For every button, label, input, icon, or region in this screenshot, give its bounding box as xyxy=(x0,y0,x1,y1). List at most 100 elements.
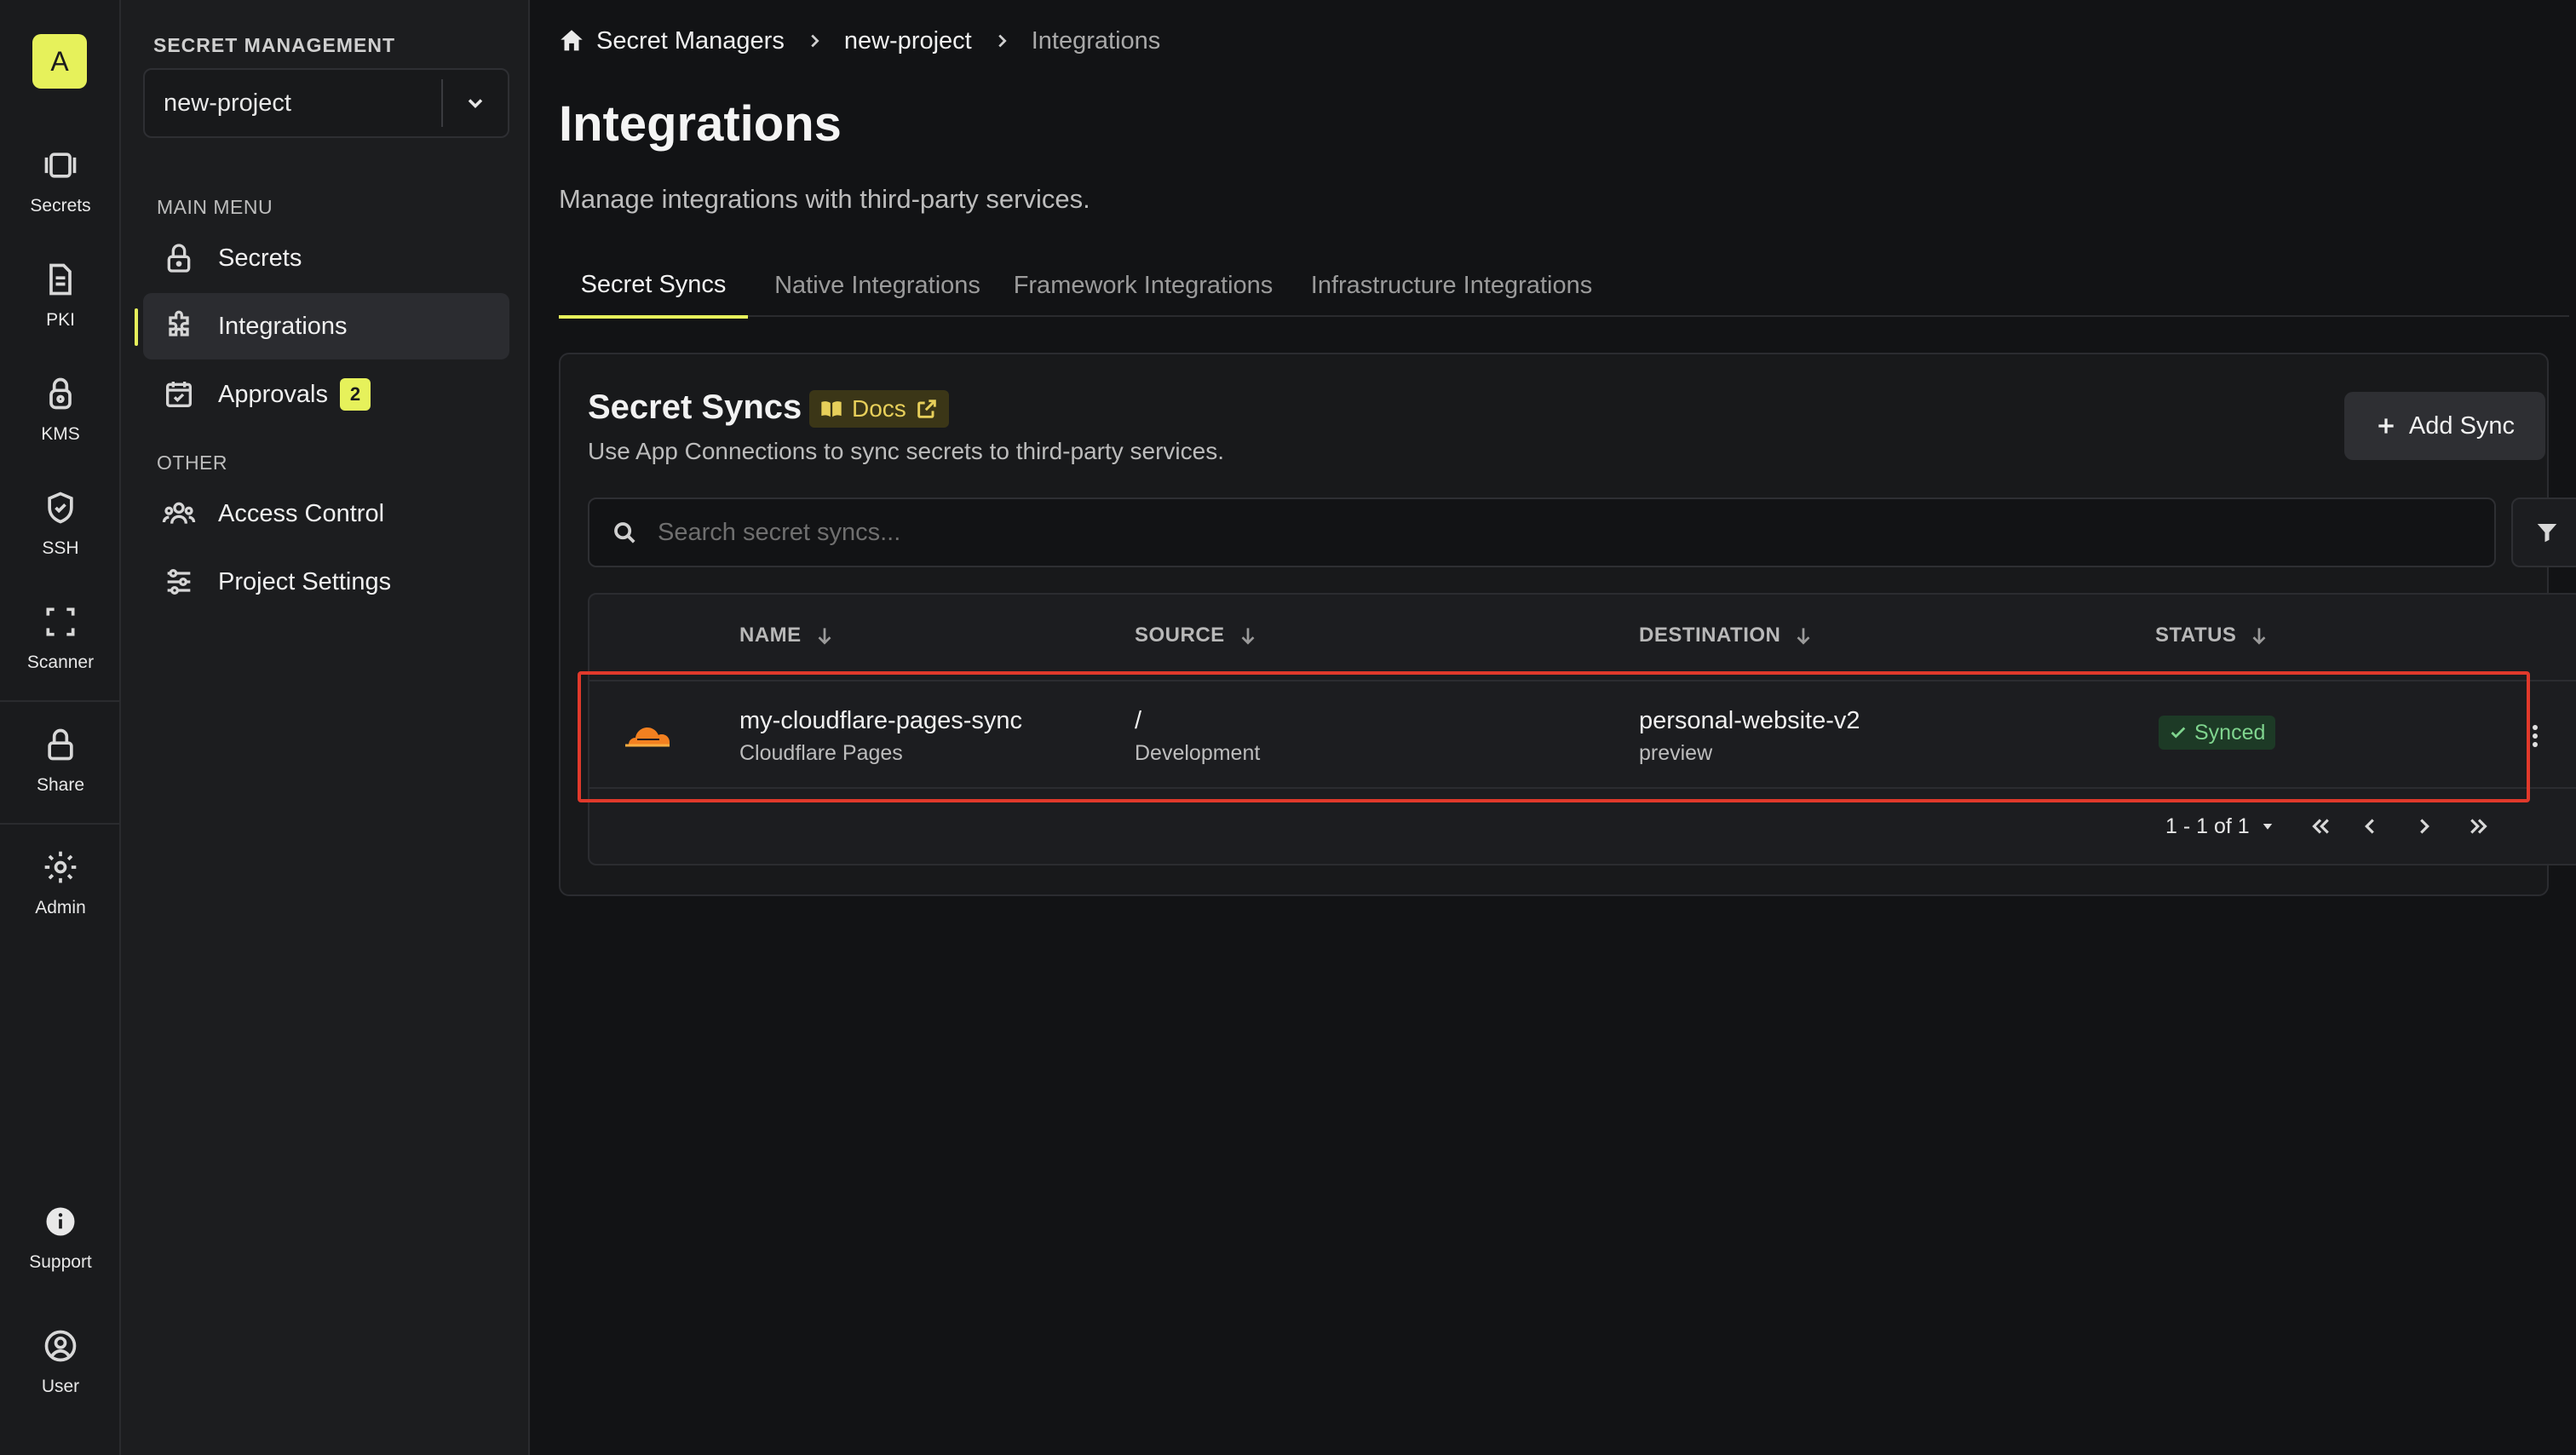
filter-icon xyxy=(2537,524,2557,543)
rail-item-secrets[interactable]: Secrets xyxy=(0,147,121,240)
rail-label: Scanner xyxy=(26,653,95,672)
icon-rail: A Secrets PKI KMS SSH Scanner Share Admi… xyxy=(0,0,121,1455)
tab-framework-integrations[interactable]: Framework Integrations xyxy=(1009,254,1278,317)
user-circle-icon xyxy=(44,1330,77,1362)
filter-button[interactable] xyxy=(2511,497,2576,567)
chevron-right-icon xyxy=(2419,819,2429,834)
sidebar-title: SECRET MANAGEMENT xyxy=(153,34,396,56)
sidebar-item-label: Approvals xyxy=(218,380,328,408)
sidebar-item-integrations[interactable]: Integrations xyxy=(143,293,509,359)
first-page-button[interactable] xyxy=(2308,814,2333,839)
rail-item-scanner[interactable]: Scanner xyxy=(0,603,121,697)
tab-infrastructure-integrations[interactable]: Infrastructure Integrations xyxy=(1288,254,1615,317)
syncs-table: NAME SOURCE DESTINATION STATUS my-cloudf… xyxy=(588,593,2576,866)
breadcrumb-secret-managers[interactable]: Secret Managers xyxy=(596,27,785,55)
search-box[interactable] xyxy=(588,497,2496,567)
arrow-down-icon xyxy=(818,628,831,645)
vault-icon xyxy=(44,152,77,178)
sidebar-item-label: Secrets xyxy=(218,244,302,272)
arrow-down-icon xyxy=(1241,628,1255,645)
column-header-destination[interactable]: DESTINATION xyxy=(1639,624,1814,647)
table-row[interactable]: my-cloudflare-pages-sync Cloudflare Page… xyxy=(589,680,2576,789)
sidebar-item-approvals[interactable]: Approvals 2 xyxy=(143,361,509,428)
chevrons-right-icon xyxy=(2470,819,2487,834)
destination-environment: preview xyxy=(1639,741,1713,765)
sync-service: Cloudflare Pages xyxy=(739,741,903,765)
search-icon xyxy=(614,522,635,543)
breadcrumb-project[interactable]: new-project xyxy=(844,27,972,55)
users-icon xyxy=(162,502,196,524)
project-name: new-project xyxy=(164,89,291,117)
key-lock-icon xyxy=(49,377,72,410)
tab-native-integrations[interactable]: Native Integrations xyxy=(760,254,995,317)
column-header-label: SOURCE xyxy=(1135,624,1225,647)
docs-label: Docs xyxy=(852,395,906,422)
add-sync-button[interactable]: Add Sync xyxy=(2344,392,2545,460)
sliders-icon xyxy=(167,569,191,595)
sidebar-item-label: Project Settings xyxy=(218,567,392,595)
active-item-indicator xyxy=(135,308,138,346)
cloudflare-icon xyxy=(625,728,670,747)
more-vertical-icon xyxy=(2533,725,2538,747)
external-link-icon xyxy=(917,400,936,418)
column-header-status[interactable]: STATUS xyxy=(2155,624,2270,647)
org-avatar[interactable]: A xyxy=(32,34,87,89)
rail-label: User xyxy=(41,1377,80,1396)
book-icon xyxy=(821,401,842,417)
row-options-button[interactable] xyxy=(2518,712,2552,760)
pagination-range: 1 - 1 of 1 xyxy=(2165,814,2250,838)
rail-item-admin[interactable]: Admin xyxy=(0,848,121,942)
main-content: Secret Managers new-project Integrations… xyxy=(532,0,2576,1455)
status-badge: Synced xyxy=(2159,716,2276,750)
breadcrumb-current: Integrations xyxy=(1031,26,1161,55)
rail-label: SSH xyxy=(42,538,79,558)
rail-item-pki[interactable]: PKI xyxy=(0,261,121,354)
tab-secret-syncs[interactable]: Secret Syncs xyxy=(559,254,748,319)
rail-item-kms[interactable]: KMS xyxy=(0,375,121,469)
rail-label: Share xyxy=(36,775,85,795)
shield-check-icon xyxy=(48,492,73,524)
rail-item-share[interactable]: Share xyxy=(0,726,121,820)
page-title: Integrations xyxy=(559,96,842,152)
docs-link[interactable]: Docs xyxy=(809,390,949,428)
sidebar-item-label: Integrations xyxy=(218,312,348,340)
column-header-label: STATUS xyxy=(2155,624,2237,647)
rail-item-support[interactable]: Support xyxy=(0,1203,121,1297)
plus-icon xyxy=(2378,418,2394,434)
chevron-left-icon xyxy=(2364,819,2374,834)
destination-name: personal-website-v2 xyxy=(1639,707,1860,734)
column-header-source[interactable]: SOURCE xyxy=(1135,624,1259,647)
chevron-down-icon[interactable] xyxy=(443,91,508,115)
column-header-label: DESTINATION xyxy=(1639,624,1781,647)
caret-down-icon[interactable] xyxy=(2260,819,2275,834)
rail-item-user[interactable]: User xyxy=(0,1327,121,1421)
rail-item-ssh[interactable]: SSH xyxy=(0,489,121,583)
next-page-button[interactable] xyxy=(2412,814,2437,839)
rail-label: Support xyxy=(29,1252,92,1272)
sidebar-item-access-control[interactable]: Access Control xyxy=(143,480,509,547)
sync-name: my-cloudflare-pages-sync xyxy=(739,707,1023,734)
calendar-check-icon xyxy=(166,382,192,407)
last-page-button[interactable] xyxy=(2466,814,2492,839)
column-header-name[interactable]: NAME xyxy=(739,624,836,647)
home-icon[interactable] xyxy=(557,26,586,55)
rail-label: Admin xyxy=(35,898,86,917)
approvals-count-badge: 2 xyxy=(339,378,371,411)
source-path: / xyxy=(1135,707,1142,734)
project-selector[interactable]: new-project xyxy=(143,68,509,138)
chevron-right-icon xyxy=(811,34,819,48)
sidebar-item-secrets[interactable]: Secrets xyxy=(143,225,509,291)
card-title: Secret Syncs xyxy=(588,388,802,426)
lock-icon xyxy=(48,728,73,761)
scan-icon xyxy=(46,607,75,636)
arrow-down-icon xyxy=(1797,628,1810,645)
chevrons-left-icon xyxy=(2311,819,2329,834)
search-input[interactable] xyxy=(658,518,2361,547)
rail-label: KMS xyxy=(41,424,80,444)
sidebar-item-project-settings[interactable]: Project Settings xyxy=(143,549,509,615)
arrow-down-icon xyxy=(2252,628,2266,645)
status-label: Synced xyxy=(2194,720,2266,745)
add-sync-label: Add Sync xyxy=(2408,411,2516,440)
gear-icon xyxy=(44,851,77,883)
previous-page-button[interactable] xyxy=(2357,814,2383,839)
